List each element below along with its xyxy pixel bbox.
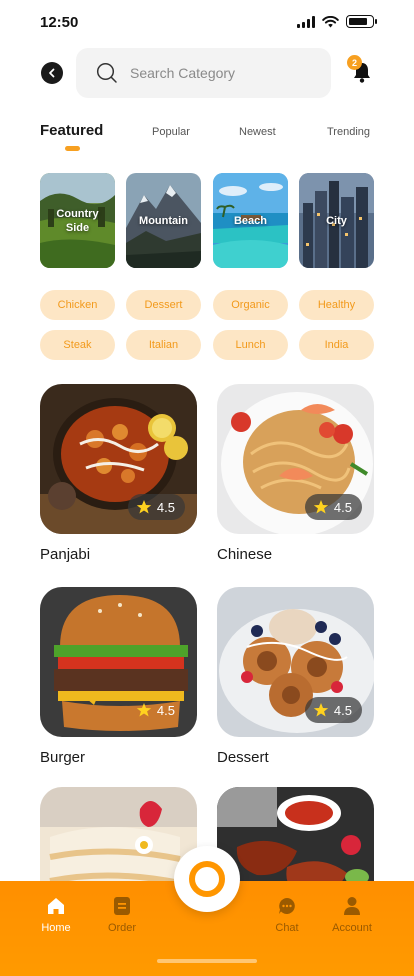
food-image: 4.5: [40, 384, 197, 534]
account-icon: [322, 895, 382, 917]
star-icon: [313, 703, 329, 717]
category-label: Country Side: [56, 207, 99, 234]
nav-account-label: Account: [332, 922, 372, 934]
ring-icon: [189, 861, 225, 897]
chevron-left-icon: [49, 68, 55, 78]
search-input[interactable]: [130, 65, 300, 81]
food-card-chinese[interactable]: 4.5 Chinese: [217, 384, 374, 563]
rating-badge: 4.5: [304, 494, 362, 520]
nav-order-label: Order: [107, 922, 137, 934]
chip-dessert[interactable]: Dessert: [126, 290, 201, 320]
nav-chat[interactable]: Chat: [257, 895, 317, 934]
star-icon: [136, 500, 152, 514]
food-card-burger[interactable]: 4.5 Burger: [40, 587, 197, 766]
food-image: 4.5: [40, 587, 197, 737]
wifi-icon: [322, 15, 339, 27]
category-card-beach[interactable]: Beach: [213, 173, 288, 268]
chip-italian[interactable]: Italian: [126, 330, 201, 360]
battery-icon: [346, 15, 377, 28]
home-icon: [26, 895, 86, 917]
category-card-mountain[interactable]: Mountain: [126, 173, 201, 268]
category-card-countryside[interactable]: Country Side: [40, 173, 115, 268]
food-image: 4.5: [217, 587, 374, 737]
search-icon: [96, 62, 117, 83]
nav-home-label: Home: [41, 922, 71, 934]
chip-steak[interactable]: Steak: [40, 330, 115, 360]
tab-newest[interactable]: Newest: [239, 126, 276, 138]
chip-healthy[interactable]: Healthy: [299, 290, 374, 320]
rating-badge: 4.5: [128, 697, 185, 723]
rating-value: 4.5: [156, 499, 175, 515]
chat-icon: [257, 895, 317, 917]
home-indicator: [157, 959, 257, 963]
chip-chicken[interactable]: Chicken: [40, 290, 115, 320]
tab-trending[interactable]: Trending: [327, 126, 370, 138]
category-label: Mountain: [139, 214, 188, 227]
rating-badge: 4.5: [304, 697, 362, 723]
tab-indicator: [65, 146, 80, 151]
category-tabs: Featured Popular Newest Trending: [0, 122, 414, 152]
rating-value: 4.5: [333, 499, 352, 515]
rating-badge: 4.5: [127, 494, 185, 520]
tab-popular[interactable]: Popular: [152, 126, 190, 138]
food-image: 4.5: [217, 384, 374, 534]
notification-badge: 2: [347, 55, 362, 70]
food-card-dessert[interactable]: 4.5 Dessert: [217, 587, 374, 766]
star-icon: [313, 500, 329, 514]
tab-featured[interactable]: Featured: [40, 122, 103, 139]
order-icon: [92, 895, 152, 917]
food-name: Dessert: [217, 749, 269, 766]
star-icon: [136, 703, 152, 717]
chip-organic[interactable]: Organic: [213, 290, 288, 320]
center-action-button[interactable]: [174, 846, 240, 912]
nav-home[interactable]: Home: [26, 895, 86, 934]
search-bar[interactable]: [76, 48, 331, 98]
chip-india[interactable]: India: [299, 330, 374, 360]
nav-chat-label: Chat: [275, 922, 299, 934]
category-label: Beach: [233, 214, 268, 227]
status-time: 12:50: [40, 14, 79, 31]
status-icons: [297, 15, 377, 28]
food-name: Panjabi: [40, 546, 91, 563]
food-card-panjabi[interactable]: 4.5 Panjabi: [40, 384, 197, 563]
food-name: Burger: [40, 749, 86, 766]
nav-order[interactable]: Order: [92, 895, 152, 934]
food-name: Chinese: [217, 546, 273, 563]
back-button[interactable]: [41, 62, 63, 84]
rating-value: 4.5: [156, 702, 175, 718]
signal-icon: [297, 15, 315, 28]
chip-lunch[interactable]: Lunch: [213, 330, 288, 360]
status-bar: 12:50: [0, 0, 414, 44]
nav-account[interactable]: Account: [322, 895, 382, 934]
rating-value: 4.5: [333, 702, 352, 718]
category-label: City: [326, 214, 347, 227]
category-card-city[interactable]: City: [299, 173, 374, 268]
